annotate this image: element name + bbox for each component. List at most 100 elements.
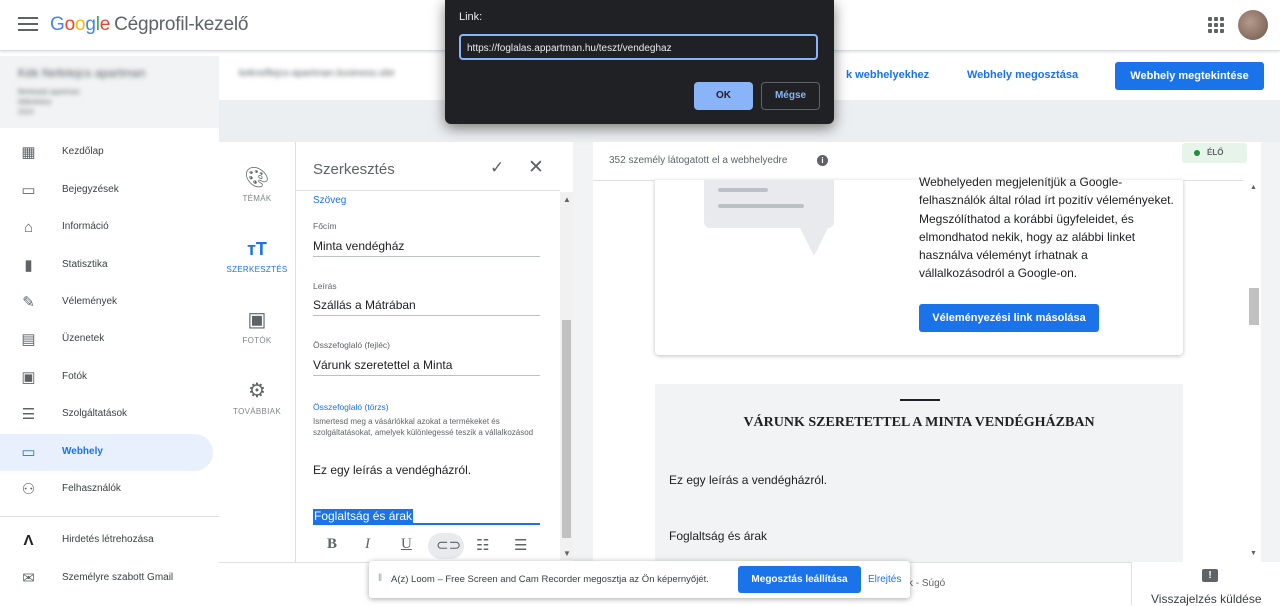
live-dot <box>1194 150 1200 156</box>
sidebar-item-gmail[interactable]: ✉ Személyre szabott Gmail <box>0 560 213 597</box>
ok-button[interactable]: OK <box>694 82 753 110</box>
field-label: Összefoglaló (törzs) <box>313 402 389 412</box>
italic-button[interactable]: I <box>365 536 370 553</box>
hide-link[interactable]: Elrejtés <box>868 574 901 585</box>
store-icon: ⌂ <box>23 219 34 236</box>
review-illustration-tail <box>800 228 828 256</box>
section-title: Szöveg <box>313 195 347 206</box>
view-website-button[interactable]: Webhely megtekintése <box>1115 62 1264 90</box>
field-label: Főcím <box>313 221 337 231</box>
underline-button[interactable]: U <box>401 536 412 553</box>
preview-scroll-thumb[interactable] <box>1249 288 1259 325</box>
sidebar-item-fotok[interactable]: ▣ Fotók <box>0 359 213 396</box>
dialog-label: Link: <box>459 11 483 23</box>
editor-divider <box>296 190 560 191</box>
avatar[interactable] <box>1238 10 1268 40</box>
field-underline <box>313 256 540 257</box>
reviews-text: Webhelyeden megjelenítjük a Google-felha… <box>919 175 1174 281</box>
check-icon[interactable]: ✓ <box>490 158 504 178</box>
sidebar-item-informacio[interactable]: ⌂ Információ <box>0 209 213 246</box>
palette-icon: 🎨︎ <box>244 167 270 189</box>
description-field[interactable]: Szállás a Mátrában <box>313 298 416 312</box>
bar-chart-icon: ▮ <box>24 257 33 274</box>
copy-review-link-button[interactable]: Véleményezési link másolása <box>919 304 1099 332</box>
sidebar-item-velemenyek[interactable]: ✎ Vélemények <box>0 284 213 321</box>
scroll-up-icon[interactable]: ▲ <box>1250 184 1257 191</box>
about-paragraph: Foglaltság és árak <box>669 529 768 543</box>
posts-icon: ▭ <box>21 182 36 199</box>
sidebar-divider <box>0 516 219 517</box>
feedback-icon: ! <box>1202 569 1218 582</box>
ads-icon: Λ <box>23 532 34 549</box>
photo-icon: ▣ <box>21 369 36 386</box>
sidebar-item-uzenetek[interactable]: ▤ Üzenetek <box>0 321 213 358</box>
share-website-link[interactable]: Webhely megosztása <box>967 69 1078 81</box>
review-illustration <box>704 180 834 228</box>
tab-temak[interactable]: 🎨︎ TÉMÁK <box>219 166 295 203</box>
dashboard-icon: ▦ <box>21 144 36 161</box>
sidebar-item-statisztika[interactable]: ▮ Statisztika <box>0 247 213 284</box>
editor-title: Szerkesztés <box>313 161 395 178</box>
field-label: Összefoglaló (fejléc) <box>313 340 391 350</box>
summary-body-text[interactable]: Ez egy leírás a vendégházról. <box>313 463 471 477</box>
footer-links[interactable]: k - Súgó <box>908 578 945 589</box>
selected-text[interactable]: Foglaltság és árak <box>313 509 414 523</box>
about-heading: VÁRUNK SZERETETTEL A MINTA VENDÉGHÁZBAN <box>743 415 1095 430</box>
business-name: Kék Nefelejcs apartman <box>18 66 146 80</box>
menu-icon[interactable] <box>18 14 38 34</box>
field-hint: Ismertesd meg a vásárlókkal azokat a ter… <box>313 417 534 437</box>
drag-handle-icon[interactable]: ‖ <box>378 573 382 584</box>
numbered-list-icon[interactable]: ☷ <box>476 536 489 554</box>
stop-sharing-button[interactable]: Megosztás leállítása <box>738 566 861 593</box>
live-badge: ÉLŐ <box>1182 143 1247 163</box>
sidebar-item-webhely[interactable]: ▭ Webhely <box>0 434 213 471</box>
settings-icon: ⚙ <box>248 380 266 402</box>
link-dialog: Link: https://foglalas.appartman.hu/tesz… <box>445 0 834 124</box>
screen-share-text: A(z) Loom – Free Screen and Cam Recorder… <box>391 574 709 585</box>
sidebar-item-kezdolap[interactable]: ▦ Kezdőlap <box>0 134 213 171</box>
tab-szerkesztes[interactable]: тT SZERKESZTÉS <box>219 237 295 274</box>
title-field[interactable]: Minta vendégház <box>313 239 404 253</box>
bulleted-list-icon[interactable]: ☰ <box>514 536 527 554</box>
editor-scroll-thumb[interactable] <box>562 320 571 538</box>
scroll-down-icon[interactable]: ▼ <box>1250 550 1257 557</box>
reviews-icon: ✎ <box>22 294 35 311</box>
scroll-down-icon[interactable]: ▼ <box>563 549 571 558</box>
section-rule <box>900 399 940 401</box>
summary-header-field[interactable]: Várunk szeretettel a Minta <box>313 358 452 372</box>
scroll-up-icon[interactable]: ▲ <box>563 195 571 204</box>
info-icon[interactable]: i <box>817 155 828 166</box>
about-paragraph: Ez egy leírás a vendégházról. <box>669 473 828 487</box>
link-icon[interactable]: ⊂⊃ <box>436 536 461 554</box>
field-underline-active <box>313 523 540 525</box>
apps-grid-icon[interactable] <box>1208 17 1224 33</box>
field-label: Leírás <box>313 281 337 291</box>
tab-fotok[interactable]: ▣ FOTÓK <box>219 308 295 345</box>
close-icon[interactable]: ✕ <box>528 156 544 179</box>
websites-link[interactable]: k webhelyekhez <box>846 69 929 81</box>
gmail-icon: ✉ <box>22 570 35 587</box>
visitor-count: 352 személy látogatott el a webhelyedre <box>609 155 788 166</box>
field-underline <box>313 315 540 316</box>
add-photo-icon: ▣ <box>247 309 267 331</box>
message-icon: ▤ <box>21 331 36 348</box>
site-url[interactable]: kekneflejcs-apartman.business.site <box>219 60 449 90</box>
link-url-input[interactable]: https://foglalas.appartman.hu/teszt/vend… <box>459 34 818 60</box>
field-underline <box>313 375 540 376</box>
sidebar-item-hirdetes[interactable]: Λ Hirdetés létrehozása <box>0 522 213 559</box>
web-icon: ▭ <box>21 444 36 461</box>
editor-tabs: 🎨︎ TÉMÁK тT SZERKESZTÉS ▣ FOTÓK ⚙ TOVÁBB… <box>219 142 296 562</box>
sidebar-item-bejegyzesek[interactable]: ▭ Bejegyzések <box>0 172 213 209</box>
cancel-button[interactable]: Mégse <box>761 82 820 110</box>
add-user-icon: ⚇ <box>21 481 36 498</box>
sidebar-item-szolgaltatasok[interactable]: ☰ Szolgáltatások <box>0 396 213 433</box>
app-logo[interactable]: Google Cégprofil-kezelő <box>50 14 248 36</box>
business-card[interactable]: Kék Nefelejcs apartman Bérbeadó apartman… <box>0 56 219 128</box>
product-name: Cégprofil-kezelő <box>114 14 249 35</box>
feedback-label[interactable]: Visszajelzés küldése <box>1151 592 1262 606</box>
sidebar-item-felhasznalok[interactable]: ⚇ Felhasználók <box>0 471 213 508</box>
preview-scrollbar[interactable] <box>1243 180 1261 560</box>
bold-button[interactable]: B <box>327 536 337 553</box>
list-icon: ☰ <box>21 406 36 423</box>
tab-tovabbiak[interactable]: ⚙ TOVÁBBIAK <box>219 379 295 416</box>
